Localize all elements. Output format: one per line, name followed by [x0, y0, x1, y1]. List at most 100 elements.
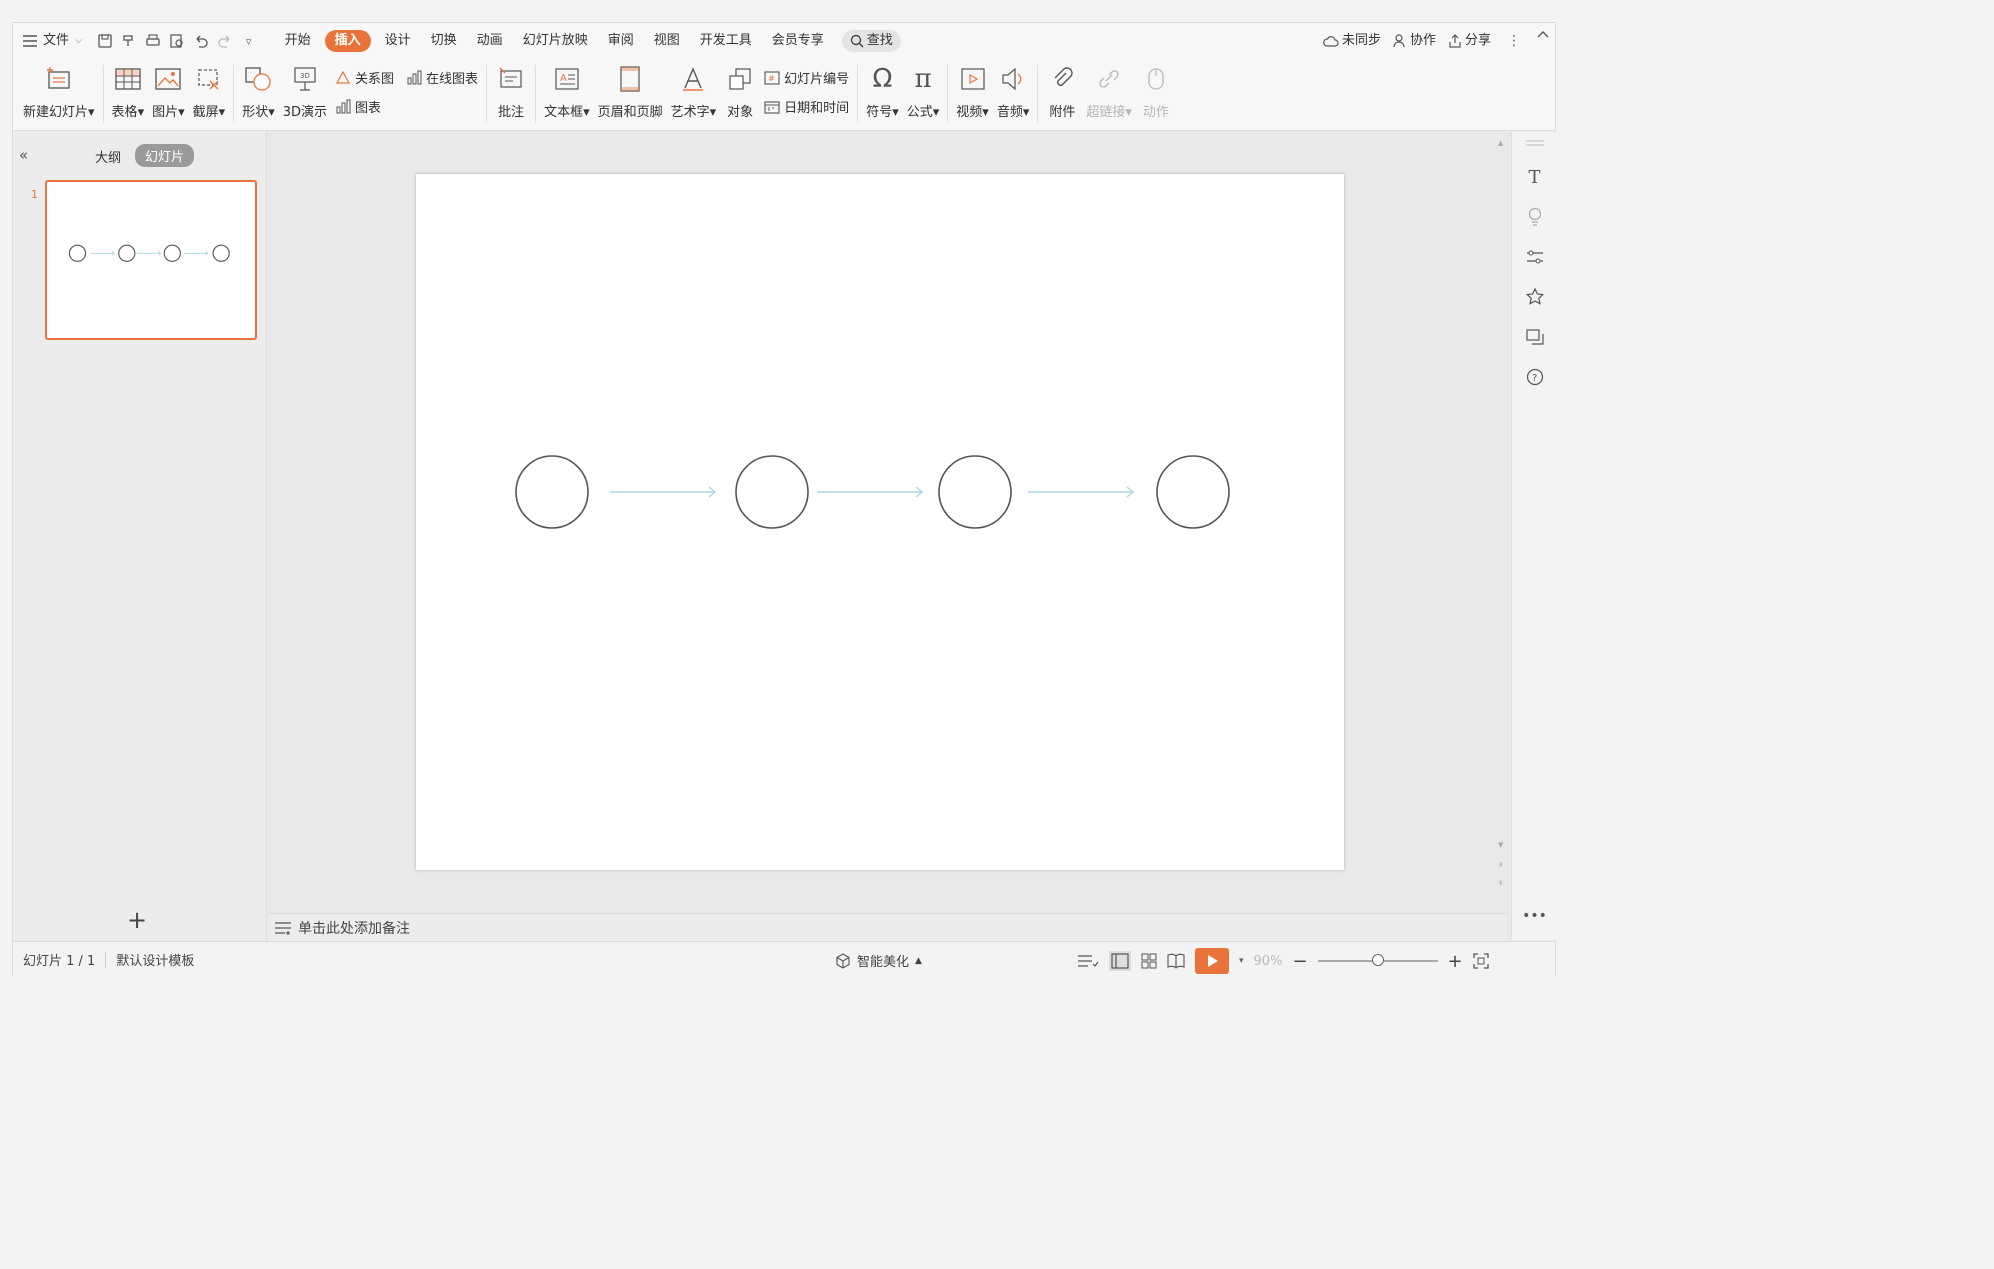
- formula-button[interactable]: π 公式▾: [903, 59, 944, 125]
- undo-icon[interactable]: [189, 30, 213, 52]
- object-button[interactable]: 对象: [720, 59, 760, 125]
- share-button[interactable]: 分享: [1442, 30, 1497, 52]
- more-options-icon[interactable]: ⋮: [1497, 30, 1531, 52]
- tab-view[interactable]: 视图: [644, 30, 690, 52]
- collapse-panel-icon[interactable]: «: [19, 146, 28, 164]
- new-slide-button[interactable]: 新建幻灯片▾: [19, 59, 99, 125]
- tab-home[interactable]: 开始: [275, 30, 321, 52]
- collaborate-button[interactable]: 协作: [1387, 30, 1442, 52]
- notes-pane[interactable]: 单击此处添加备注: [268, 913, 1507, 941]
- textbox-button[interactable]: A 文本框▾: [540, 59, 594, 125]
- date-time-button[interactable]: 日期和时间: [764, 97, 849, 116]
- slide-transition-icon[interactable]: [1524, 326, 1546, 348]
- hyperlink-button[interactable]: 超链接▾: [1082, 59, 1136, 125]
- play-slideshow-button[interactable]: [1195, 948, 1229, 974]
- relation-label: 关系图: [355, 72, 395, 87]
- tab-insert[interactable]: 插入: [324, 30, 371, 52]
- help-icon[interactable]: ?: [1524, 366, 1546, 388]
- screenshot-button[interactable]: 截屏▾: [189, 59, 230, 125]
- wordart-label: 艺术字: [670, 105, 710, 120]
- arrow-connector-2[interactable]: [817, 486, 924, 498]
- slide-thumbnail-1[interactable]: [45, 180, 257, 340]
- 3d-demo-label: 3D演示: [282, 105, 328, 120]
- tab-design[interactable]: 设计: [375, 30, 421, 52]
- wordart-button[interactable]: 艺术字▾: [667, 59, 721, 125]
- step-circle-4[interactable]: [1156, 455, 1230, 529]
- comment-icon: [495, 63, 527, 95]
- tab-transition[interactable]: 切换: [421, 30, 467, 52]
- screenshot-icon: [193, 63, 225, 95]
- 3d-demo-button[interactable]: 3D 3D演示: [279, 59, 331, 125]
- tab-slideshow[interactable]: 幻灯片放映: [513, 30, 598, 52]
- step-circle-1[interactable]: [515, 455, 589, 529]
- action-button[interactable]: 动作: [1136, 59, 1176, 125]
- online-chart-label[interactable]: 在线图表: [426, 68, 478, 87]
- new-slide-icon: [43, 63, 75, 95]
- screenshot-label: 截屏: [192, 105, 219, 120]
- print-icon[interactable]: [141, 30, 165, 52]
- tab-review[interactable]: 审阅: [598, 30, 644, 52]
- vertical-scrollbar[interactable]: ▲ ▼ ⇞ ⇟: [1495, 135, 1507, 911]
- tab-member[interactable]: 会员专享: [762, 30, 834, 52]
- arrow-connector-1[interactable]: [610, 486, 717, 498]
- sync-status-button[interactable]: 未同步: [1317, 30, 1387, 52]
- shape-button[interactable]: 形状▾: [238, 59, 279, 125]
- arrow-connector-3[interactable]: [1028, 486, 1135, 498]
- text-format-icon[interactable]: T: [1524, 166, 1546, 188]
- print-preview-icon[interactable]: [165, 30, 189, 52]
- tab-slides[interactable]: 幻灯片: [135, 144, 195, 167]
- zoom-slider-knob[interactable]: [1371, 954, 1384, 966]
- tab-animation[interactable]: 动画: [467, 30, 513, 52]
- add-slide-button[interactable]: +: [127, 906, 147, 934]
- caret-up-icon: ▲: [915, 955, 922, 966]
- tab-outline[interactable]: 大纲: [95, 147, 121, 166]
- attachment-button[interactable]: 附件: [1042, 59, 1082, 125]
- comment-button[interactable]: 批注: [491, 59, 531, 125]
- header-footer-button[interactable]: 页眉和页脚: [594, 59, 667, 125]
- comment-label: 批注: [498, 105, 525, 120]
- file-menu-label: 文件: [43, 33, 70, 48]
- zoom-slider[interactable]: [1317, 954, 1438, 966]
- fit-window-icon[interactable]: [1472, 953, 1489, 969]
- calendar-icon: [764, 100, 780, 114]
- audio-button[interactable]: 音频▾: [993, 59, 1034, 125]
- tab-developer[interactable]: 开发工具: [690, 30, 762, 52]
- customize-toolbar-icon[interactable]: ▿: [237, 30, 261, 52]
- relation-diagram-button[interactable]: 关系图 在线图表: [335, 68, 478, 87]
- adjust-settings-icon[interactable]: [1524, 246, 1546, 268]
- grid-view-icon[interactable]: [1141, 953, 1157, 969]
- save-icon[interactable]: [93, 30, 117, 52]
- normal-view-icon[interactable]: [1109, 951, 1131, 971]
- notes-placeholder: 单击此处添加备注: [298, 920, 410, 937]
- step-circle-2[interactable]: [735, 455, 809, 529]
- collapse-ribbon-icon[interactable]: [1531, 30, 1555, 52]
- slide-thumbnail-panel: « 大纲 幻灯片 1 +: [13, 132, 267, 940]
- search-button[interactable]: 查找: [841, 30, 901, 52]
- hyperlink-label: 超链接: [1086, 105, 1126, 120]
- reading-view-icon[interactable]: [1167, 953, 1185, 969]
- smart-beautify-button[interactable]: 智能美化 ▲: [835, 951, 922, 970]
- star-icon[interactable]: [1524, 286, 1546, 308]
- play-options-icon[interactable]: ▾: [1239, 956, 1244, 966]
- table-button[interactable]: 表格▾: [108, 59, 149, 125]
- slide-page[interactable]: [416, 174, 1344, 870]
- video-button[interactable]: 视频▾: [952, 59, 993, 125]
- symbol-button[interactable]: Ω 符号▾: [862, 59, 903, 125]
- slide-number-button[interactable]: # 幻灯片编号: [764, 68, 849, 87]
- zoom-in-icon[interactable]: +: [1448, 951, 1463, 972]
- action-label: 动作: [1142, 105, 1169, 120]
- header-footer-label: 页眉和页脚: [597, 105, 663, 120]
- zoom-level[interactable]: 90%: [1254, 954, 1283, 969]
- template-name[interactable]: 默认设计模板: [106, 950, 204, 969]
- notes-toggle-icon[interactable]: [1077, 953, 1099, 969]
- zoom-out-icon[interactable]: −: [1292, 951, 1307, 972]
- lightbulb-icon[interactable]: [1524, 206, 1546, 228]
- chart-button[interactable]: 图表: [335, 97, 478, 116]
- step-circle-3[interactable]: [938, 455, 1012, 529]
- picture-button[interactable]: 图片▾: [148, 59, 189, 125]
- file-menu[interactable]: 文件 ⌵: [13, 30, 93, 52]
- redo-icon[interactable]: [213, 30, 237, 52]
- format-painter-icon[interactable]: [117, 30, 141, 52]
- search-label: 查找: [866, 33, 893, 48]
- more-tools-icon[interactable]: •••: [1522, 908, 1547, 924]
